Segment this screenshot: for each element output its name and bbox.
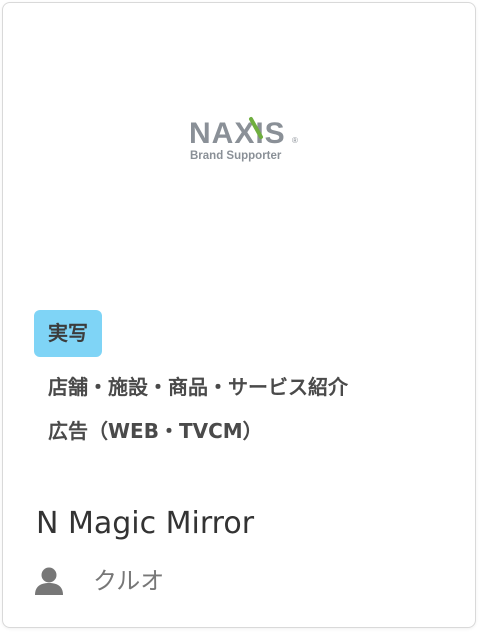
work-card[interactable]: NAXIS ® Brand Supporter 実写 店舗・施設・商品・サービス… — [2, 2, 476, 628]
tag-item[interactable]: 店舗・施設・商品・サービス紹介 — [48, 365, 468, 409]
category-badge: 実写 — [34, 310, 102, 357]
author[interactable]: クルオ — [33, 561, 164, 601]
user-icon — [33, 565, 65, 597]
logo-wordmark: NAXIS — [189, 117, 286, 150]
work-title[interactable]: N Magic Mirror — [36, 503, 254, 545]
logo-registered-mark: ® — [292, 136, 298, 145]
author-name: クルオ — [93, 567, 165, 595]
logo-tagline: Brand Supporter — [190, 150, 282, 162]
naxis-logo: NAXIS ® Brand Supporter — [189, 115, 305, 165]
logo-area[interactable]: NAXIS ® Brand Supporter — [3, 3, 475, 293]
tag-item[interactable]: 広告（WEB・TVCM） — [48, 409, 468, 453]
tag-list: 店舗・施設・商品・サービス紹介 広告（WEB・TVCM） — [48, 365, 468, 453]
